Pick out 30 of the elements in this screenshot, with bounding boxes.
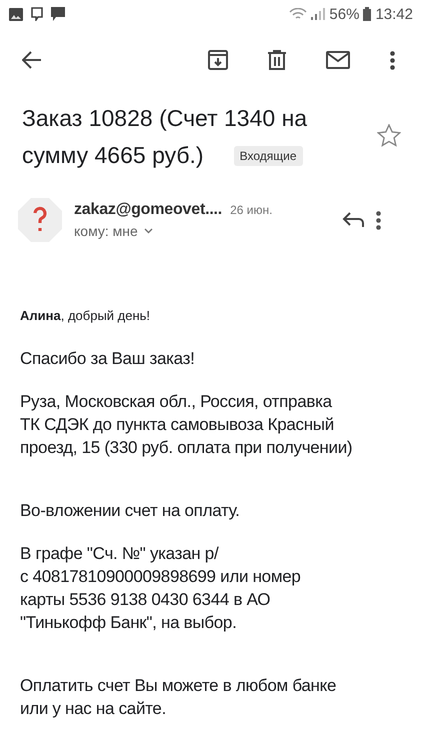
message-icon [31, 7, 43, 21]
inbox-label: Входящие [234, 146, 302, 166]
body-paragraph: В графе "Сч. №" указан р/ с 40817810900009898699 или номер карты 5536 9138 0430 6344 в АО "Тинькофф Банк", на выбор. [20, 543, 302, 634]
chat-icon [51, 7, 65, 21]
body-paragraph: Руза, Московская обл., Россия, отправка ТК СДЭК до пункта самовывоза Красный проезд, 15 (330 руб. оплата при получении) [20, 391, 354, 459]
subject-line: сумму 4665 руб.) [22, 141, 204, 170]
greeting-text: Алина, добрый день! [20, 307, 152, 325]
subject-line: Заказ 10828 (Счет 1340 на [22, 104, 308, 133]
wifi-icon [289, 8, 308, 20]
body-paragraph: Спасибо за Ваш заказ! [20, 348, 196, 370]
back-arrow-icon[interactable] [22, 51, 42, 69]
reply-icon[interactable] [342, 212, 364, 228]
more-options-icon[interactable] [376, 210, 381, 230]
body-paragraph: Оплатить счет Вы можете в любом банке или у нас на сайте. [20, 675, 338, 720]
envelope-icon[interactable] [326, 51, 350, 69]
signal-icon [311, 8, 326, 20]
image-icon [9, 8, 23, 20]
recipient-label: кому: мне [74, 223, 138, 239]
battery-percent: 56% [329, 6, 360, 22]
trash-icon[interactable] [268, 50, 286, 70]
archive-icon[interactable] [208, 50, 228, 70]
battery-icon [363, 7, 372, 21]
more-options-icon[interactable] [390, 50, 395, 70]
sender-address: zakaz@gomeovet.... [74, 201, 222, 219]
body-paragraph: Во-вложении счет на оплату. [20, 500, 241, 522]
clock-time: 13:42 [375, 6, 413, 22]
chevron-down-icon[interactable] [144, 228, 153, 234]
avatar-icon [18, 198, 62, 242]
star-icon[interactable] [377, 124, 401, 147]
email-date: 26 июн. [230, 203, 272, 217]
